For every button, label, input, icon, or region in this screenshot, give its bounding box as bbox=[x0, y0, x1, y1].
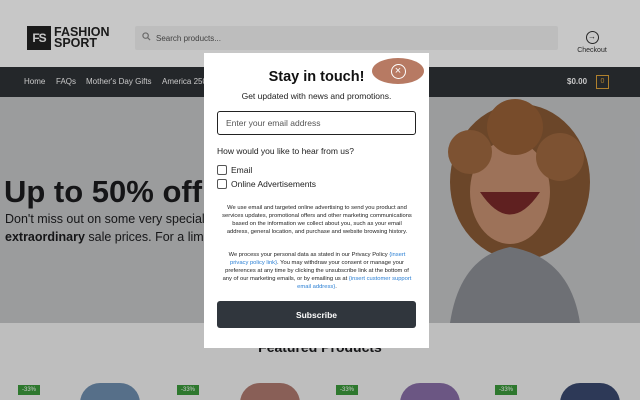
consent-text-2: We process your personal data as stated … bbox=[222, 251, 412, 291]
newsletter-modal: Stay in touch! × Get updated with news a… bbox=[204, 53, 429, 348]
option-online-ads[interactable]: Online Advertisements bbox=[217, 179, 316, 189]
consent-text-2-c: . bbox=[335, 284, 337, 290]
subscribe-button[interactable]: Subscribe bbox=[217, 301, 416, 328]
email-checkbox[interactable] bbox=[217, 165, 227, 175]
option-email[interactable]: Email bbox=[217, 165, 252, 175]
contact-preference-question: How would you like to hear from us? bbox=[217, 146, 355, 156]
option-online-ads-label: Online Advertisements bbox=[231, 179, 317, 189]
consent-text-1: We use email and targeted online adverti… bbox=[222, 205, 412, 235]
close-icon: × bbox=[390, 63, 406, 79]
option-email-label: Email bbox=[231, 165, 253, 175]
close-button[interactable]: × bbox=[372, 58, 424, 84]
online-ads-checkbox[interactable] bbox=[217, 179, 227, 189]
modal-subtitle: Get updated with news and promotions. bbox=[241, 91, 392, 101]
consent-text-2-a: We process your personal data as stated … bbox=[228, 252, 388, 258]
email-field[interactable] bbox=[217, 111, 416, 135]
